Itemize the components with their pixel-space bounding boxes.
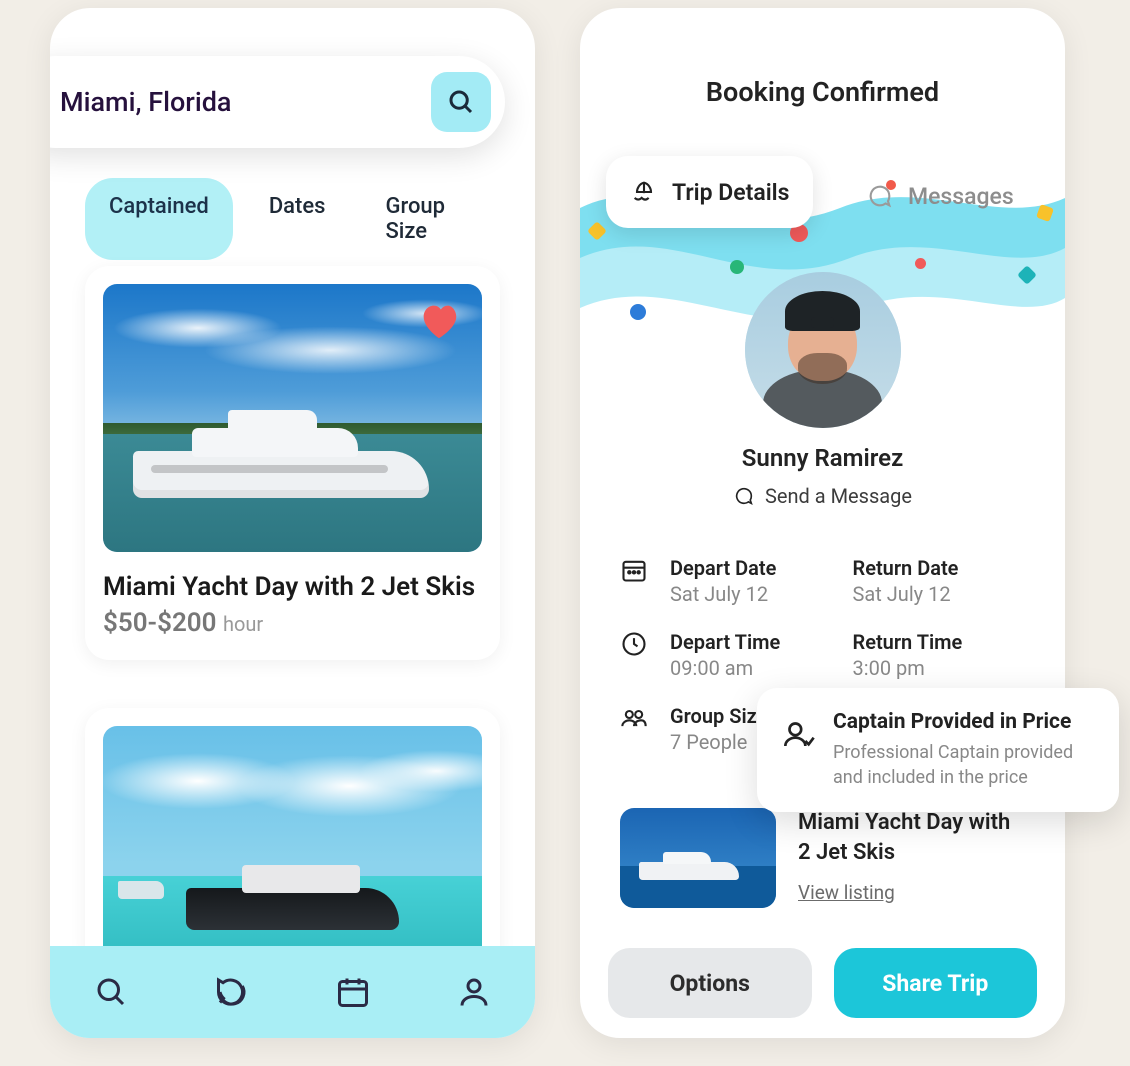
listing-title: Miami Yacht Day with 2 Jet Skis	[103, 572, 482, 602]
chat-icon	[733, 485, 755, 507]
boat-icon	[630, 178, 658, 206]
listing-title: Miami Yacht Day with 2 Jet Skis	[798, 808, 1025, 867]
filter-chips: Captained Dates Group Size	[85, 178, 500, 260]
filter-chip-captained[interactable]: Captained	[85, 178, 233, 260]
captain-name: Sunny Ramirez	[580, 444, 1065, 472]
group-icon	[620, 704, 660, 732]
search-button[interactable]	[431, 72, 491, 132]
nav-chat-icon[interactable]	[214, 974, 250, 1010]
captain-avatar[interactable]	[745, 272, 901, 428]
listing-card[interactable]: Miami Yacht Day with 2 Jet Skis $50-$200…	[85, 266, 500, 660]
calendar-icon	[620, 556, 660, 584]
listing-thumbnail[interactable]	[620, 808, 776, 908]
return-date: Return DateSat July 12	[853, 556, 1026, 606]
view-listing-link[interactable]: View listing	[798, 881, 895, 904]
tab-messages[interactable]: Messages	[842, 160, 1038, 232]
depart-date: Depart DateSat July 12	[670, 556, 843, 606]
listing-price: $50-$200 hour	[103, 608, 482, 638]
listing-image	[103, 726, 482, 968]
tab-trip-details[interactable]: Trip Details	[606, 156, 813, 228]
favorite-icon[interactable]	[414, 298, 464, 344]
search-icon	[446, 87, 476, 117]
send-message-label: Send a Message	[765, 484, 912, 508]
bottom-nav	[50, 946, 535, 1038]
nav-calendar-icon[interactable]	[335, 974, 371, 1010]
booked-listing: Miami Yacht Day with 2 Jet Skis View lis…	[620, 808, 1025, 908]
tab-label: Trip Details	[672, 179, 789, 206]
search-bar[interactable]: Miami, Florida	[50, 56, 505, 148]
tooltip-body: Professional Captain provided and includ…	[833, 740, 1095, 790]
depart-time: Depart Time09:00 am	[670, 630, 843, 680]
footer-buttons: Options Share Trip	[608, 948, 1037, 1018]
nav-profile-icon[interactable]	[456, 974, 492, 1010]
booking-confirmed-screen: Booking Confirmed Trip Details Messages	[580, 8, 1065, 1038]
notification-badge	[886, 180, 896, 190]
listing-image	[103, 284, 482, 552]
return-time: Return Time3:00 pm	[853, 630, 1026, 680]
send-message-link[interactable]: Send a Message	[580, 484, 1065, 508]
options-button[interactable]: Options	[608, 948, 812, 1018]
filter-chip-dates[interactable]: Dates	[245, 178, 350, 260]
clock-icon	[620, 630, 660, 658]
listing-card[interactable]	[85, 708, 500, 968]
confetti-dot	[630, 304, 646, 320]
captain-icon	[777, 710, 817, 790]
tooltip-title: Captain Provided in Price	[833, 710, 1095, 734]
nav-search-icon[interactable]	[93, 974, 129, 1010]
page-title: Booking Confirmed	[580, 76, 1065, 108]
captain-tooltip: Captain Provided in Price Professional C…	[757, 688, 1119, 812]
search-screen: Miami, Florida Captained Dates Group Siz…	[50, 8, 535, 1038]
search-input[interactable]: Miami, Florida	[60, 86, 431, 118]
confetti-dot	[730, 260, 744, 274]
confetti-dot	[915, 258, 926, 269]
share-trip-button[interactable]: Share Trip	[834, 948, 1038, 1018]
filter-chip-group-size[interactable]: Group Size	[361, 178, 500, 260]
tab-label: Messages	[908, 183, 1014, 210]
